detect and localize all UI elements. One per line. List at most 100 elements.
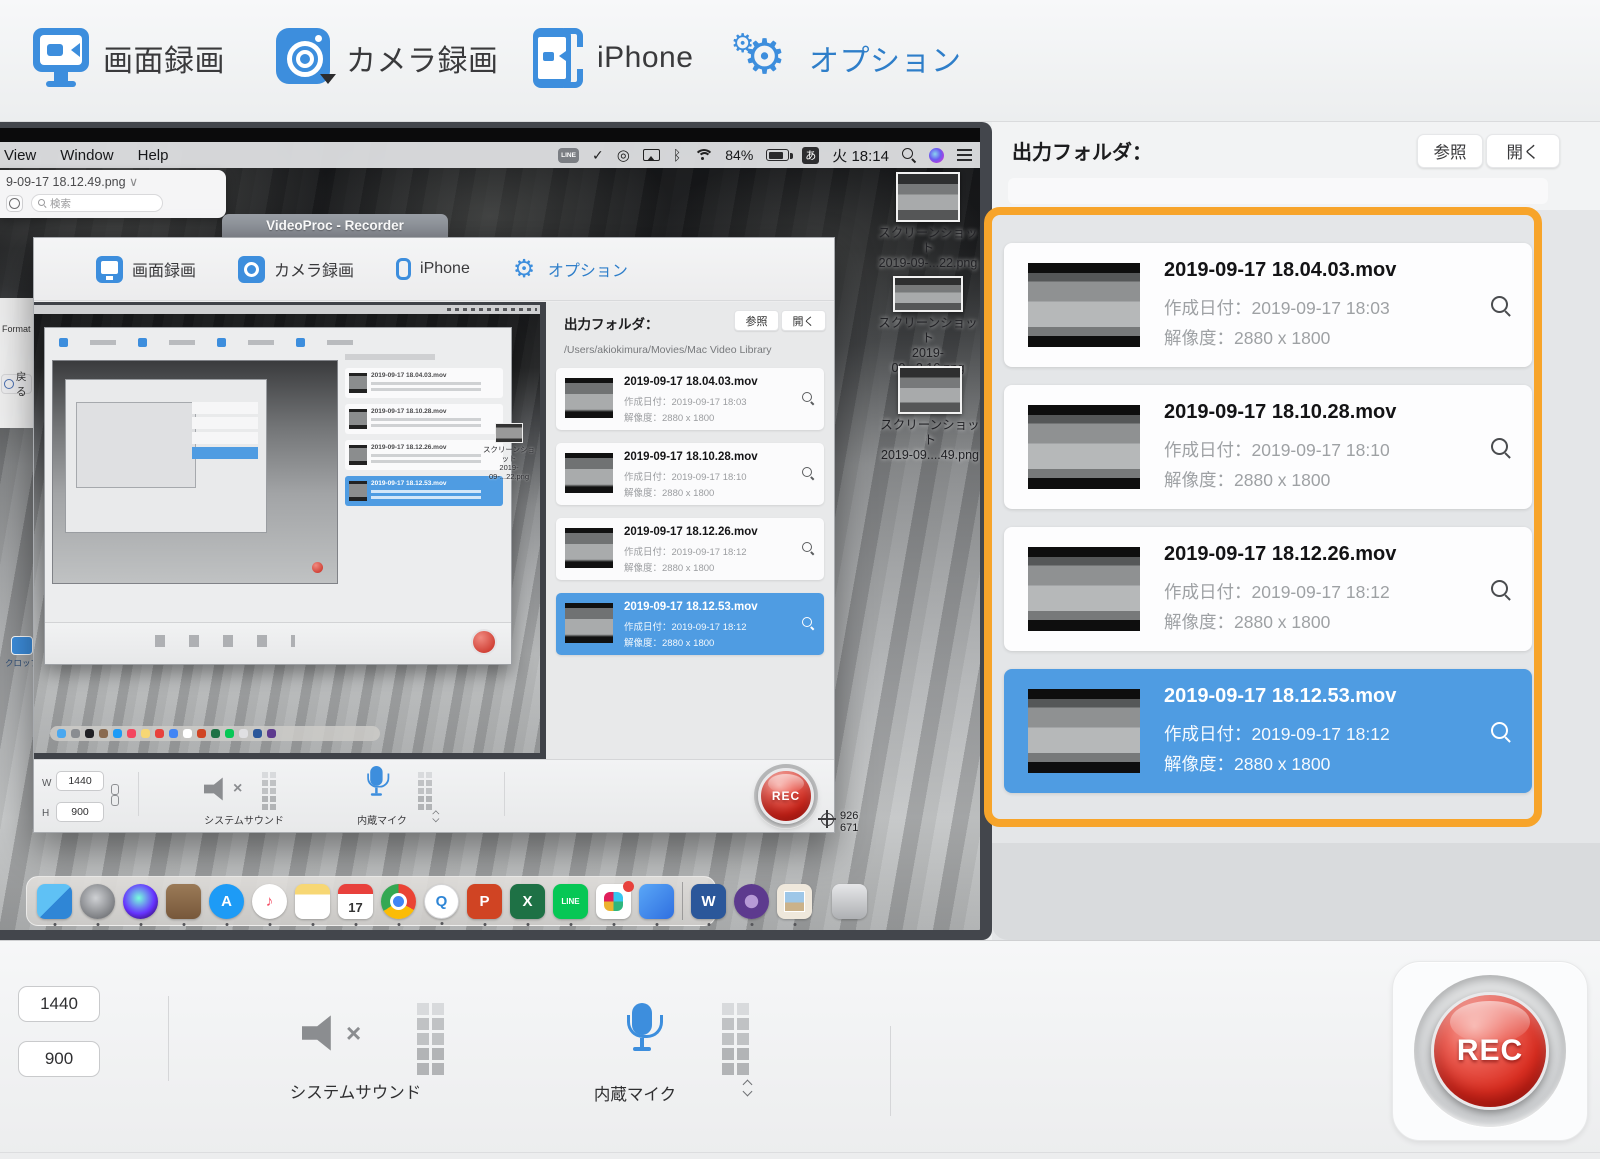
iphone-button[interactable]: iPhone [533, 28, 693, 88]
dock-calendar-icon: 17 [338, 883, 373, 919]
output-panel-footer [992, 843, 1600, 940]
preview-search-field: 検索 [31, 194, 163, 212]
file-resolution: 解像度：2880 x 1800 [1164, 612, 1331, 632]
captured-dock: A ♪ 17 Q P X LINE W [26, 876, 867, 926]
dock-powerpoint-icon: P [467, 883, 502, 919]
height-input[interactable] [18, 1041, 100, 1077]
video-thumbnail [1028, 547, 1140, 631]
wifi-icon [694, 148, 715, 162]
level2-desktop-icon: スクリーンショット 2019-09-...22.png [480, 423, 538, 481]
screen-capture-preview[interactable]: View Window Help LINE 84% あ 火 18:14 [0, 122, 992, 940]
dock-shortcuts-icon [639, 883, 674, 919]
dock-notebook-icon [166, 883, 201, 919]
level2-rec-dot [312, 562, 323, 573]
file-resolution: 解像度：2880 x 1800 [1164, 470, 1331, 490]
inner-output-path: /Users/akiokimura/Movies/Mac Video Libra… [564, 344, 772, 356]
file-created: 作成日付：2019-09-17 18:03 [1164, 298, 1390, 318]
dock-quicktime-icon: Q [424, 883, 459, 919]
gear-icon [733, 28, 795, 88]
crop-width-value: 926 [840, 810, 859, 822]
options-button[interactable]: オプション [733, 28, 962, 88]
inner-mic-label: 内蔵マイク [357, 816, 407, 827]
file-created: 作成日付：2019-09-17 18:12 [1164, 582, 1390, 602]
link-dimensions-icon [110, 784, 119, 806]
system-sound-toggle[interactable]: × [302, 1013, 361, 1053]
level2-dock [50, 726, 380, 741]
search-placeholder: 検索 [50, 197, 71, 210]
camera-record-button[interactable]: カメラ録画 [276, 28, 499, 88]
bluetooth-icon [673, 147, 681, 164]
airplay-icon [642, 149, 660, 161]
screen-record-button[interactable]: 画面録画 [33, 28, 225, 88]
file-item-1[interactable]: 2019-09-17 18.04.03.mov 作成日付：2019-09-17 … [1004, 243, 1532, 367]
inner-file-item-selected: 2019-09-17 18.12.53.mov 作成日付：2019-09-17 … [556, 593, 824, 655]
screen-record-icon [33, 28, 89, 88]
screenshot-thumbnail [898, 366, 962, 414]
level2-preview [52, 360, 338, 584]
preview-file-title: 9-09-17 18.12.49.png [6, 175, 126, 189]
inner-videoproc-window: 画面録画 カメラ録画 iPhone オプション [33, 237, 835, 833]
mic-label: 内蔵マイク [593, 1086, 677, 1104]
rec-button-panel: REC [1392, 961, 1588, 1141]
check-status-icon [592, 147, 604, 164]
inner-captured-desktop: 2019-09-17 18.04.03.mov 2019-09-17 18.10… [34, 305, 540, 753]
wallpaper-top-band [0, 128, 980, 142]
output-folder-label: 出力フォルダ： [1012, 142, 1152, 164]
resize-crosshair-icon[interactable] [818, 810, 836, 828]
magnifier-icon [802, 467, 814, 479]
file-name: 2019-09-17 18.12.26.mov [1164, 543, 1397, 565]
gear-icon [512, 256, 539, 283]
screenshot-thumbnail [893, 276, 963, 312]
captured-desktop: View Window Help LINE 84% あ 火 18:14 [0, 128, 980, 930]
inner-mic-icon [364, 766, 390, 801]
mic-selector-icon[interactable] [742, 1079, 754, 1097]
width-input[interactable] [18, 986, 100, 1022]
bottom-control-bar: × システムサウンド 内蔵マイク REC [0, 940, 1600, 1159]
browse-button[interactable]: 参照 [1417, 134, 1483, 168]
inner-camera-record-button: カメラ録画 [238, 255, 354, 283]
fragment-menu-text: Format View [2, 324, 33, 334]
inner-output-panel: 出力フォルダ： 参照 開く /Users/akiokimura/Movies/M… [546, 302, 834, 759]
dock-appstore-icon: A [209, 883, 244, 919]
open-button[interactable]: 開く [1486, 134, 1560, 168]
output-panel: 出力フォルダ： 参照 開く 2019-09-17 18.04.03.mov 作成… [984, 122, 1600, 940]
inner-width-field: 1440 [56, 771, 104, 791]
magnifier-icon[interactable] [1491, 438, 1510, 457]
rec-button-ring: REC [1414, 975, 1566, 1127]
videoproc-recorder-window: 画面録画 カメラ録画 iPhone オプション View Window Help [0, 0, 1600, 1159]
dock-trash-icon [832, 883, 867, 919]
file-item-4-selected[interactable]: 2019-09-17 18.12.53.mov 作成日付：2019-09-17 … [1004, 669, 1532, 793]
dock-slack-icon [596, 880, 634, 919]
inner-height-field: 900 [56, 802, 104, 822]
siri-icon [929, 147, 944, 163]
screenshot-thumbnail [896, 172, 960, 222]
menu-help: Help [137, 146, 169, 164]
camera-record-icon [276, 28, 336, 88]
crop-height-value: 671 [840, 822, 859, 834]
divider [168, 996, 169, 1081]
mic-toggle[interactable] [622, 1003, 663, 1059]
level2-videoproc-window: 2019-09-17 18.04.03.mov 2019-09-17 18.10… [44, 327, 512, 665]
magnifier-icon [802, 542, 814, 554]
rec-button[interactable]: REC [1431, 992, 1549, 1110]
inner-system-sound-label: システムサウンド [204, 816, 284, 827]
dock-chrome-icon [381, 883, 416, 919]
background-window-fragment: Format View 戻る [0, 298, 33, 428]
magnifier-icon [802, 617, 814, 629]
magnifier-icon[interactable] [1491, 296, 1510, 315]
file-item-3[interactable]: 2019-09-17 18.12.26.mov 作成日付：2019-09-17 … [1004, 527, 1532, 651]
inner-mic-selector-icon [432, 810, 440, 823]
magnifier-icon[interactable] [1491, 722, 1510, 741]
file-name: 2019-09-17 18.10.28.mov [1164, 401, 1397, 423]
iphone-icon [396, 258, 412, 280]
file-item-2[interactable]: 2019-09-17 18.10.28.mov 作成日付：2019-09-17 … [1004, 385, 1532, 509]
menu-window: Window [60, 146, 114, 164]
magnifier-icon [802, 392, 814, 404]
notification-center-icon [957, 149, 972, 161]
creative-cloud-icon [617, 146, 630, 164]
iphone-icon [533, 28, 583, 88]
file-resolution: 解像度：2880 x 1800 [1164, 328, 1331, 348]
inner-menu-bar [34, 305, 540, 314]
options-label: オプション [809, 45, 962, 78]
magnifier-icon[interactable] [1491, 580, 1510, 599]
